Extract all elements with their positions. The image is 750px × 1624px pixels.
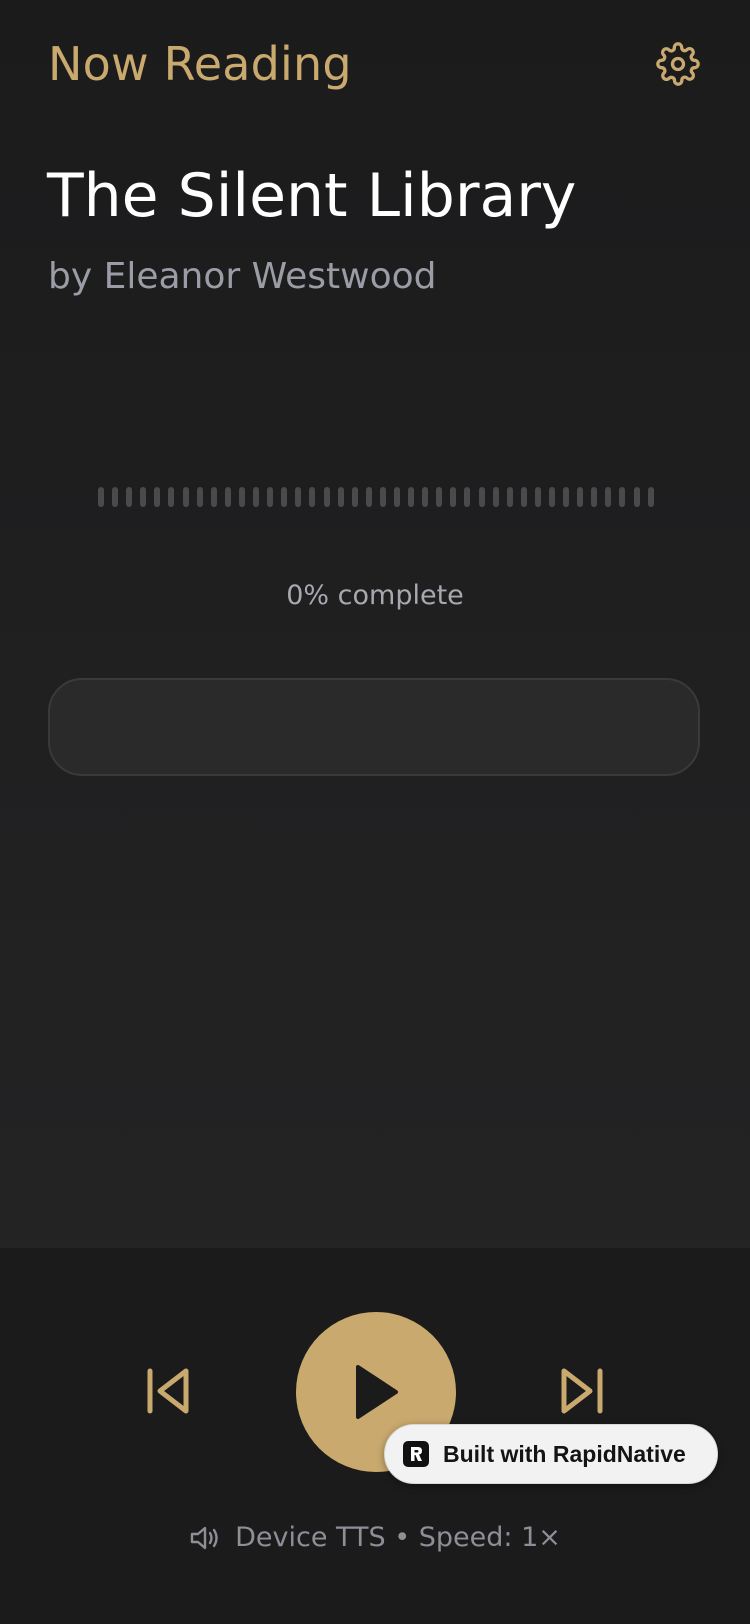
play-icon <box>356 1365 398 1419</box>
waveform-bar <box>224 487 231 507</box>
waveform-bar <box>577 487 584 507</box>
waveform-bar <box>337 487 344 507</box>
waveform-bar <box>295 487 302 507</box>
speaker-icon <box>190 1526 218 1550</box>
book-title: The Silent Library <box>47 161 577 231</box>
waveform-bar <box>534 487 541 507</box>
waveform-bar <box>140 487 147 507</box>
waveform-bar <box>365 487 372 507</box>
gear-icon <box>656 42 700 86</box>
waveform-bar <box>563 487 570 507</box>
tts-status: Device TTS • Speed: 1× <box>0 1520 750 1556</box>
tts-label: Device TTS • Speed: 1× <box>235 1522 561 1553</box>
next-button[interactable] <box>552 1360 614 1422</box>
waveform-bar <box>492 487 499 507</box>
rapidnative-logo-icon <box>403 1441 429 1467</box>
progress-label: 0% complete <box>286 580 464 611</box>
waveform-bar <box>408 487 415 507</box>
waveform-bar <box>478 487 485 507</box>
waveform-bar <box>379 487 386 507</box>
previous-button[interactable] <box>136 1360 198 1422</box>
waveform-bar <box>506 487 513 507</box>
book-author: by Eleanor Westwood <box>48 256 437 297</box>
skip-next-icon <box>561 1368 603 1414</box>
waveform-bar <box>647 487 654 507</box>
waveform-bar <box>126 487 133 507</box>
waveform-bar <box>98 487 104 507</box>
waveform-bar <box>450 487 457 507</box>
waveform-bar <box>605 487 612 507</box>
built-with-badge[interactable]: Built with RapidNative <box>384 1424 718 1484</box>
skip-previous-icon <box>147 1368 189 1414</box>
progress-waveform[interactable] <box>98 486 654 508</box>
waveform-bar <box>182 487 189 507</box>
waveform-bar <box>281 487 288 507</box>
waveform-bar <box>267 487 274 507</box>
waveform-bar <box>393 487 400 507</box>
waveform-bar <box>436 487 443 507</box>
waveform-bar <box>633 487 640 507</box>
waveform-bar <box>422 487 429 507</box>
waveform-bar <box>253 487 260 507</box>
waveform-bar <box>520 487 527 507</box>
reader-screen: Now Reading The Silent Library by Eleano… <box>0 0 750 1624</box>
waveform-bar <box>591 487 598 507</box>
waveform-bar <box>112 487 119 507</box>
waveform-bar <box>309 487 316 507</box>
waveform-bar <box>351 487 358 507</box>
waveform-bar <box>549 487 555 507</box>
reading-text-panel <box>48 678 700 776</box>
waveform-bar <box>238 487 245 507</box>
waveform-bar <box>464 487 471 507</box>
page-title: Now Reading <box>48 37 352 91</box>
waveform-bar <box>619 487 626 507</box>
waveform-bar <box>168 487 175 507</box>
waveform-bar <box>323 487 330 507</box>
waveform-bar <box>210 487 217 507</box>
settings-button[interactable] <box>654 40 702 88</box>
waveform-bar <box>196 487 203 507</box>
badge-label: Built with RapidNative <box>443 1440 686 1467</box>
waveform-bar <box>154 487 161 507</box>
